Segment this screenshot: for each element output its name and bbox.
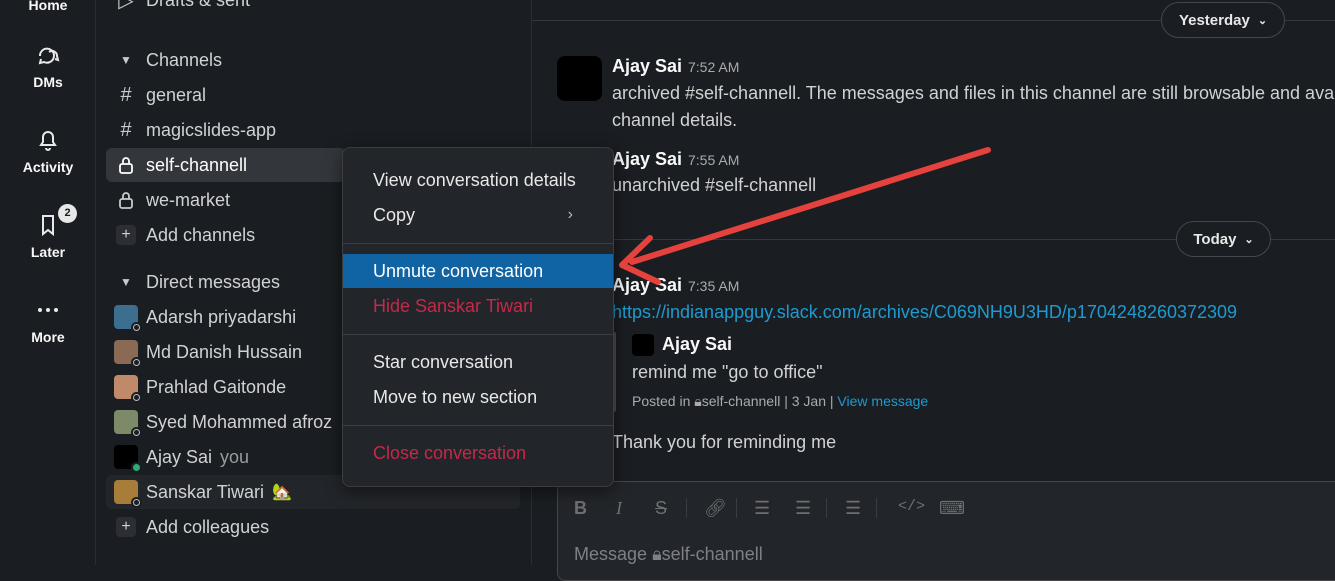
annotation-arrow-icon [619, 147, 991, 285]
